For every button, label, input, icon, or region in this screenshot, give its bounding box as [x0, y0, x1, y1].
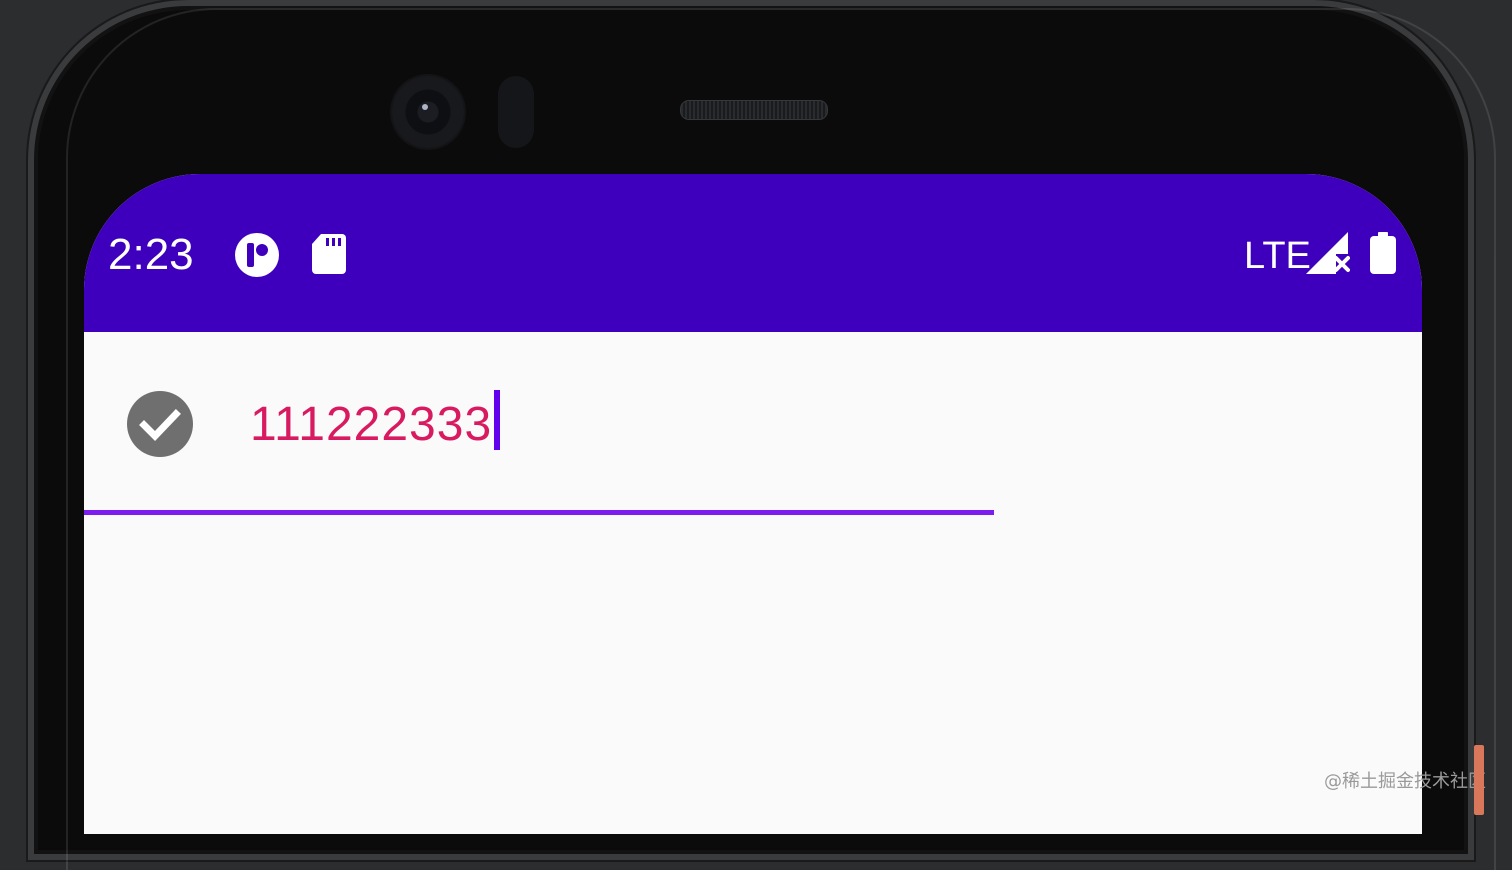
battery-full-icon: [1370, 232, 1396, 274]
earpiece-speaker: [680, 100, 828, 120]
watermark: @稀土掘金技术社区: [1324, 771, 1486, 792]
front-camera: [392, 76, 464, 148]
app-indicator-icon: [235, 233, 279, 277]
device-screen: 2:23 LTE 111222333: [84, 174, 1422, 834]
signal-no-connection-icon: [1306, 232, 1350, 274]
input-value[interactable]: 111222333: [250, 390, 501, 453]
status-bar: 2:23 LTE: [84, 174, 1422, 332]
app-content: 111222333: [84, 332, 1422, 834]
proximity-sensor: [498, 76, 534, 148]
input-underline: [84, 510, 994, 515]
input-text: 111222333: [250, 398, 493, 451]
text-cursor: [494, 390, 501, 450]
network-type-label: LTE: [1244, 235, 1311, 277]
text-input-field[interactable]: 111222333: [84, 332, 994, 515]
check-circle-icon: [127, 391, 193, 457]
status-time: 2:23: [108, 230, 194, 279]
edge-marker: [1474, 745, 1484, 815]
sd-card-icon: [312, 234, 346, 274]
